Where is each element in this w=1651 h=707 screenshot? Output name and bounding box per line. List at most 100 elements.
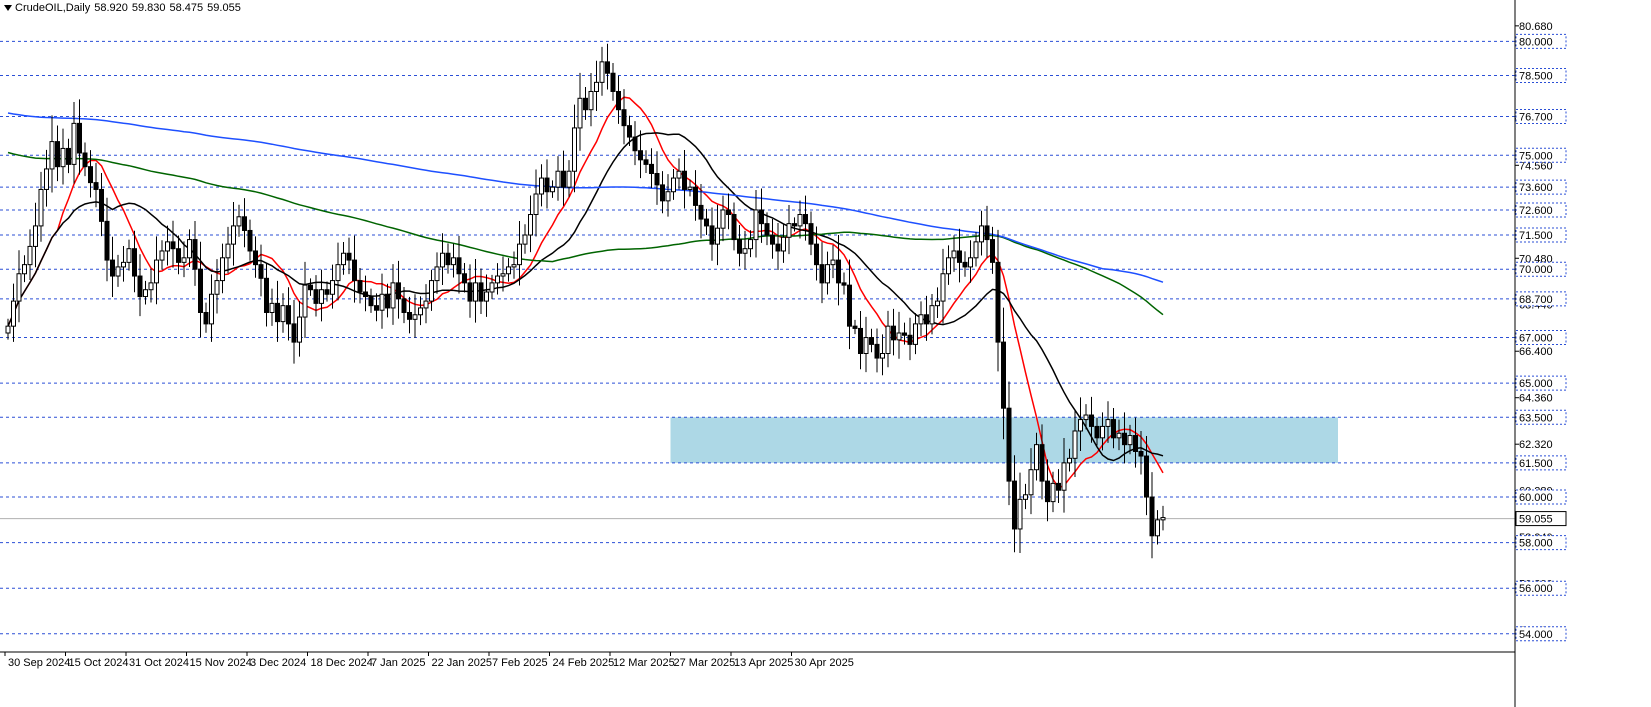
candle-body [1094, 425, 1100, 439]
time-axis-label: 22 Jan 2025 [432, 657, 493, 669]
candle-body [374, 305, 379, 311]
candle-body [214, 280, 220, 295]
candle-body [330, 280, 335, 295]
candle-body [907, 334, 913, 345]
level-price-label: 75.000 [1519, 150, 1553, 162]
level-price-label: 56.000 [1519, 583, 1553, 595]
candle-body [110, 259, 115, 277]
candle-body [1089, 414, 1094, 427]
candle-body [566, 170, 572, 188]
candle-body [792, 223, 797, 227]
candle-body [775, 243, 781, 252]
candle-body [60, 147, 66, 168]
candle-body [434, 266, 440, 282]
candle-body [137, 275, 143, 298]
level-price-label: 61.500 [1519, 458, 1553, 470]
candle-body [401, 298, 407, 313]
candle-body [1127, 435, 1133, 446]
time-axis-label: 15 Nov 2024 [190, 657, 252, 669]
price-axis-tick-label: 66.400 [1519, 346, 1553, 358]
candle-body [522, 234, 528, 245]
candle-body [1122, 432, 1127, 446]
close-value: 59.055 [207, 2, 241, 14]
candle-body [1056, 482, 1061, 491]
candle-body [869, 337, 874, 345]
candle-body [478, 282, 484, 302]
candle-body [918, 314, 924, 325]
level-price-label: 67.000 [1519, 333, 1553, 345]
candle-body [720, 209, 726, 229]
candle-body [709, 225, 715, 245]
price-chart[interactable]: 80.68078.64076.60074.56072.52070.48068.4… [0, 0, 1651, 707]
candle-body [561, 170, 566, 188]
candle-body [269, 302, 275, 313]
candle-body [44, 168, 49, 190]
candle-body [649, 163, 654, 174]
candle-body [1045, 480, 1050, 503]
candle-body [946, 257, 951, 275]
level-price-label: 76.700 [1519, 112, 1553, 124]
candle-body [627, 125, 632, 138]
candle-body [1061, 462, 1067, 491]
support-resistance-zone-layer [670, 417, 1338, 463]
candle-body [423, 300, 429, 309]
candle-body [929, 305, 935, 325]
candle-body [341, 252, 346, 266]
candle-body [687, 186, 693, 190]
level-price-label: 72.600 [1519, 205, 1553, 217]
candle-body [1039, 444, 1045, 482]
candle-body [940, 273, 946, 302]
candle-body [1144, 455, 1149, 498]
candle-body [913, 323, 918, 345]
candle-body [16, 273, 22, 302]
candle-body [49, 141, 55, 170]
candle-body [407, 311, 412, 320]
level-price-label: 63.500 [1519, 412, 1553, 424]
candle-body [71, 122, 77, 165]
candle-body [517, 243, 522, 266]
candle-body [126, 248, 132, 263]
candle-body [38, 188, 44, 227]
candle-body [506, 266, 511, 275]
candle-body [280, 305, 286, 323]
candle-body [555, 170, 561, 188]
candle-body [484, 291, 489, 302]
candle-body [599, 61, 605, 83]
time-axis-label: 24 Feb 2025 [553, 657, 615, 669]
candle-body [170, 241, 176, 250]
candle-body [726, 209, 731, 216]
candle-body [1155, 519, 1160, 537]
candle-body [352, 259, 357, 282]
candle-body [935, 300, 940, 307]
candles-layer [5, 43, 1166, 559]
collapse-triangle-icon[interactable] [4, 5, 12, 12]
level-price-label: 73.600 [1519, 182, 1553, 194]
candle-body [781, 236, 786, 252]
candle-body [902, 332, 907, 336]
candle-body [885, 325, 891, 355]
price-axis-tick-label: 62.320 [1519, 439, 1553, 451]
open-value: 58.920 [94, 2, 128, 14]
candle-body [181, 257, 187, 263]
candle-body [500, 273, 506, 277]
candle-body [104, 220, 110, 261]
candle-body [33, 225, 38, 247]
candle-body [539, 177, 544, 195]
candle-body [550, 186, 555, 193]
candle-body [379, 293, 385, 311]
time-axis-label: 31 Oct 2024 [129, 657, 189, 669]
candle-body [77, 122, 82, 154]
candle-body [302, 284, 308, 318]
time-axis-layer: 30 Sep 202415 Oct 2024 31 Oct 2024 15 Nov … [0, 651, 1515, 669]
candle-body [605, 61, 610, 74]
candle-body [737, 239, 742, 254]
candle-body [643, 159, 649, 165]
candle-body [132, 248, 137, 277]
candle-body [588, 90, 594, 111]
candle-body [88, 166, 93, 184]
candle-body [203, 311, 209, 325]
candle-body [693, 186, 698, 206]
candle-body [891, 325, 896, 341]
time-axis-label: 15 Oct 2024 [69, 657, 129, 669]
candle-body [621, 109, 627, 127]
